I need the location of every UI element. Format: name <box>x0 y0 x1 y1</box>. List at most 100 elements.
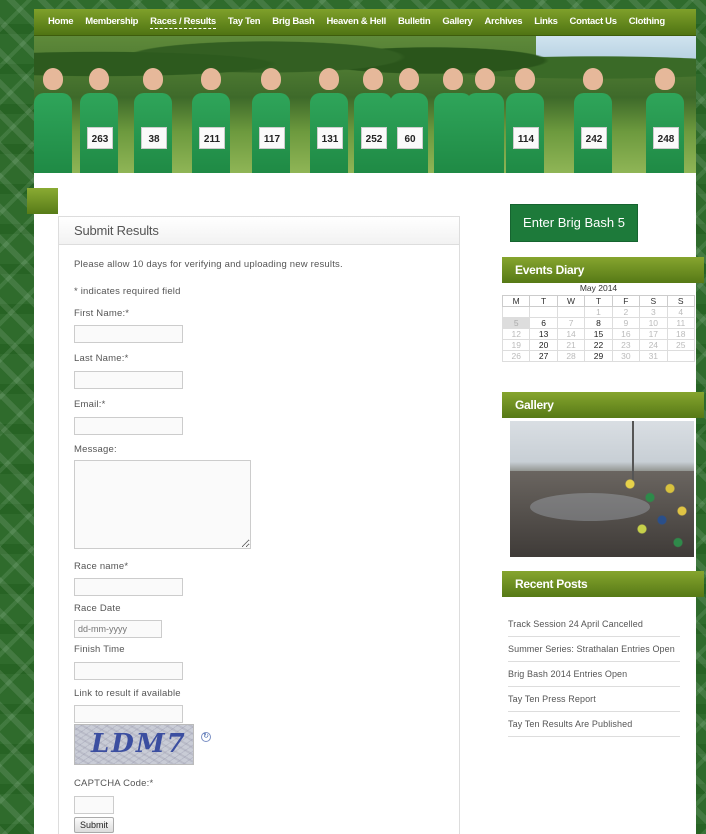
runner-bib: 211 <box>199 127 225 149</box>
runner-figure: 242 <box>574 68 612 173</box>
calendar-day-event[interactable]: 6 <box>529 317 558 329</box>
calendar-day-header: M <box>501 295 531 307</box>
first-name-label: First Name:* <box>74 308 130 319</box>
race-name-label: Race name* <box>74 561 129 572</box>
nav-bulletin[interactable]: Bulletin <box>398 16 431 28</box>
enter-brig-bash-button[interactable]: Enter Brig Bash 5 <box>510 204 638 242</box>
calendar-day <box>666 350 696 362</box>
calendar-day: 28 <box>556 350 586 362</box>
captcha-image: LDM7 <box>74 724 194 765</box>
calendar-day <box>556 306 586 318</box>
last-name-label: Last Name:* <box>74 353 129 364</box>
events-calendar: M T W T F S S 1 2 3 4 5 6 7 8 9 10 11 12… <box>501 295 696 362</box>
calendar-day <box>501 306 531 318</box>
calendar-day: 4 <box>666 306 696 318</box>
calendar-day-today: 5 <box>501 317 531 329</box>
calendar-day-header: T <box>529 295 558 307</box>
race-date-label: Race Date <box>74 603 121 614</box>
calendar-day <box>529 306 558 318</box>
nav-membership[interactable]: Membership <box>85 16 138 28</box>
events-diary-heading: Events Diary <box>502 257 704 283</box>
recent-posts-list: Track Session 24 April Cancelled Summer … <box>508 612 680 737</box>
nav-heaven-hell[interactable]: Heaven & Hell <box>326 16 386 28</box>
nav-gallery[interactable]: Gallery <box>442 16 472 28</box>
runner-bib: 263 <box>87 127 113 149</box>
gallery-photo[interactable] <box>510 421 694 557</box>
finish-time-label: Finish Time <box>74 644 125 655</box>
runner-bib: 242 <box>581 127 607 149</box>
nav-races-results[interactable]: Races / Results <box>150 16 216 29</box>
nav-archives[interactable]: Archives <box>485 16 523 28</box>
calendar-day-event[interactable]: 22 <box>584 339 613 351</box>
message-label: Message: <box>74 444 117 455</box>
header-banner-photo: 263 38 211 117 131 252 60 114 242 248 <box>34 36 696 173</box>
calendar-day: 21 <box>556 339 586 351</box>
calendar-day-event[interactable]: 27 <box>529 350 558 362</box>
last-name-field[interactable] <box>74 371 183 389</box>
runner-figure: 248 <box>646 68 684 173</box>
email-field[interactable] <box>74 417 183 435</box>
calendar-day: 9 <box>611 317 641 329</box>
nav-brig-bash[interactable]: Brig Bash <box>272 16 314 28</box>
calendar-day-event[interactable]: 29 <box>584 350 613 362</box>
calendar-day: 25 <box>666 339 696 351</box>
nav-home[interactable]: Home <box>48 16 74 28</box>
calendar-day: 17 <box>639 328 668 340</box>
nav-links[interactable]: Links <box>534 16 558 28</box>
runner-figure: 60 <box>390 68 428 173</box>
runner-bib: 131 <box>317 127 343 149</box>
calendar-day: 11 <box>666 317 696 329</box>
submit-results-panel: Submit Results Please allow 10 days for … <box>58 216 460 834</box>
runner-bib: 114 <box>513 127 539 149</box>
runner-figure: 38 <box>134 68 172 173</box>
runner-figure <box>466 68 504 173</box>
nav-contact-us[interactable]: Contact Us <box>570 16 617 28</box>
recent-post-link[interactable]: Tay Ten Results Are Published <box>508 712 680 737</box>
calendar-day-event[interactable]: 15 <box>584 328 613 340</box>
captcha-label: CAPTCHA Code:* <box>74 778 154 789</box>
result-link-field[interactable] <box>74 705 183 723</box>
calendar-day: 7 <box>556 317 586 329</box>
calendar-day: 24 <box>639 339 668 351</box>
runner-bib: 252 <box>361 127 387 149</box>
finish-time-field[interactable] <box>74 662 183 680</box>
captcha-code-field[interactable] <box>74 796 114 814</box>
calendar-day: 31 <box>639 350 668 362</box>
calendar-day-header: W <box>556 295 586 307</box>
nav-tay-ten[interactable]: Tay Ten <box>228 16 261 28</box>
calendar-day: 3 <box>639 306 668 318</box>
runner-bib: 117 <box>259 127 285 149</box>
runner-figure: 114 <box>506 68 544 173</box>
runner-figure: 117 <box>252 68 290 173</box>
main-nav: Home Membership Races / Results Tay Ten … <box>34 9 696 36</box>
page-wrapper: 263 38 211 117 131 252 60 114 242 248 Su… <box>27 36 704 834</box>
recent-post-link[interactable]: Summer Series: Strathalan Entries Open <box>508 637 680 662</box>
recent-post-link[interactable]: Track Session 24 April Cancelled <box>508 612 680 637</box>
recent-post-link[interactable]: Brig Bash 2014 Entries Open <box>508 662 680 687</box>
calendar-day-event[interactable]: 13 <box>529 328 558 340</box>
calendar-day-header: S <box>639 295 668 307</box>
race-date-field[interactable] <box>74 620 162 638</box>
calendar-day: 1 <box>584 306 613 318</box>
email-label: Email:* <box>74 399 106 410</box>
nav-clothing[interactable]: Clothing <box>629 16 665 28</box>
calendar-day: 12 <box>501 328 531 340</box>
corner-tab-decoration <box>27 188 58 214</box>
recent-posts-heading: Recent Posts <box>502 571 704 597</box>
first-name-field[interactable] <box>74 325 183 343</box>
runner-bib: 38 <box>141 127 167 149</box>
race-name-field[interactable] <box>74 578 183 596</box>
submit-button[interactable]: Submit <box>74 817 115 833</box>
calendar-day-event[interactable]: 8 <box>584 317 613 329</box>
message-textarea[interactable] <box>74 460 251 549</box>
recent-post-link[interactable]: Tay Ten Press Report <box>508 687 680 712</box>
runner-figure: 263 <box>80 68 118 173</box>
calendar-day: 19 <box>501 339 531 351</box>
calendar-day: 14 <box>556 328 586 340</box>
result-link-label: Link to result if available <box>74 688 181 699</box>
runner-bib: 248 <box>653 127 679 149</box>
captcha-refresh-icon[interactable]: ↻ <box>201 732 211 742</box>
captcha-area: LDM7 ↻ <box>74 724 224 766</box>
calendar-day-event[interactable]: 20 <box>529 339 558 351</box>
calendar-day: 10 <box>639 317 668 329</box>
